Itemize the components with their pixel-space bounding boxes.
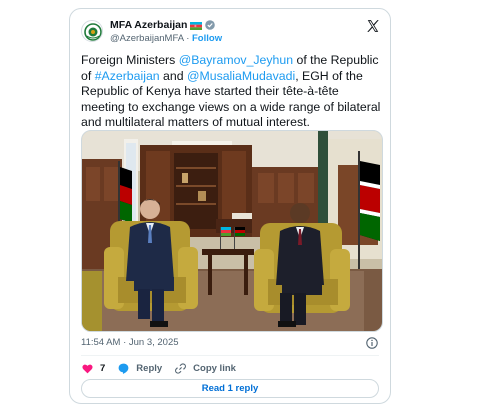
heart-icon [82,364,93,373]
timestamp[interactable]: 11:54 AM · Jun 3, 2025 [81,337,179,348]
mention-link[interactable]: @MusaliaMudavadi [187,69,295,83]
reply-label: Reply [136,362,163,374]
verified-icon [205,20,216,30]
tweet-text-part: and [159,68,187,83]
tweet-text: Foreign Ministers @Bayramov_Jeyhun of th… [81,53,385,131]
author-row: MFA Azerbaijan [110,19,216,31]
tweet-card: MFA Azerbaijan @AzerbaijanMFA · Follow F… [69,8,391,404]
reply-button[interactable]: Reply [117,362,162,375]
handle-row: @AzerbaijanMFA · Follow [110,33,222,44]
divider [81,355,379,356]
x-logo-icon[interactable] [366,19,380,33]
author-name[interactable]: MFA Azerbaijan [110,19,187,31]
link-icon [175,362,187,374]
copy-link-label: Copy link [193,362,236,374]
copy-link-button[interactable]: Copy link [174,362,236,375]
read-replies-button[interactable]: Read 1 reply [81,379,379,398]
author-handle[interactable]: @AzerbaijanMFA [110,33,184,44]
azerbaijan-flag-icon [190,21,203,30]
tweet-text-part: Foreign Ministers [81,53,179,67]
like-count: 7 [100,362,106,374]
mfa-emblem-avatar[interactable] [81,20,103,42]
tweet-photo[interactable] [81,130,383,332]
follow-button[interactable]: Follow [192,33,222,44]
mention-link[interactable]: @Bayramov_Jeyhun [179,53,293,67]
hashtag-link[interactable]: #Azerbaijan [95,69,160,83]
reply-icon [118,363,129,374]
info-icon[interactable] [366,336,378,349]
separator-dot: · [186,33,190,44]
like-button[interactable]: 7 [81,362,105,375]
action-bar: 7 Reply Copy link [81,361,248,375]
